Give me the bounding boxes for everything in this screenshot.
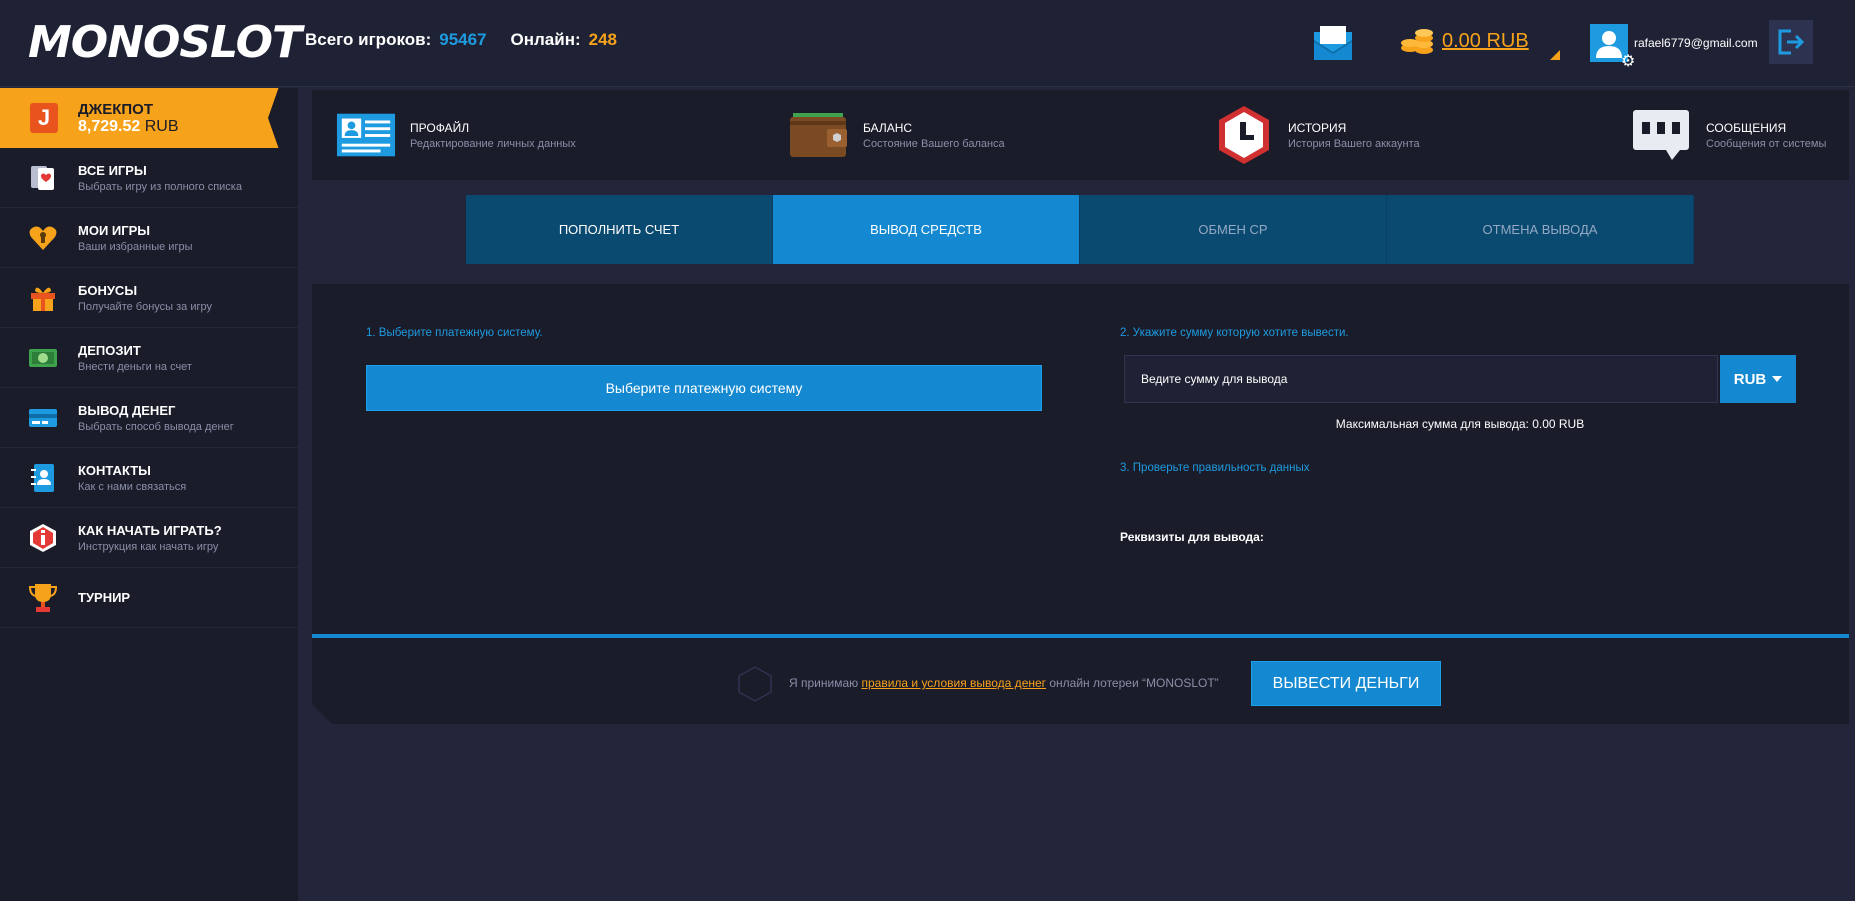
chevron-down-icon [1772, 376, 1783, 382]
jackpot-amount: 8,729.52 [78, 117, 141, 135]
total-players-label: Всего игроков: [305, 30, 432, 49]
logout-button[interactable] [1769, 20, 1813, 64]
sidebar-item-tournament[interactable]: ТУРНИР [0, 568, 298, 628]
tab-exchange-cp[interactable]: ОБМЕН СР [1080, 195, 1387, 264]
card-title: ПРОФАЙЛ [410, 120, 470, 135]
logo[interactable]: MONOSLOT [28, 17, 302, 68]
tab-withdraw[interactable]: ВЫВОД СРЕДСТВ [773, 195, 1080, 264]
card-title: СООБЩЕНИЯ [1706, 120, 1787, 135]
sidebar: J ДЖЕКПОТ 8,729.52 RUB ВСЕ ИГРЫ Выбрать и… [0, 88, 298, 901]
step2-label: 2. Укажите сумму которую хотите вывести. [1120, 327, 1349, 339]
balance-dropdown-caret[interactable] [1550, 50, 1560, 60]
step1-label: 1. Выберите платежную систему. [366, 327, 543, 339]
jackpot-title: ДЖЕКПОТ [78, 100, 154, 118]
accept-terms-text: Я принимаю правила и условия вывода дене… [789, 676, 1219, 690]
gift-icon [28, 283, 58, 313]
sidebar-item-subtitle: Инструкция как начать игру [78, 540, 219, 553]
coins-icon [1400, 28, 1436, 56]
player-stats: Всего игроков: 95467 Онлайн: 248 [305, 30, 617, 50]
info-icon [28, 523, 58, 553]
card-messages[interactable]: СООБЩЕНИЯ Сообщения от системы [1632, 90, 1826, 180]
card-history[interactable]: ИСТОРИЯ История Вашего аккаунта [1214, 90, 1420, 180]
max-withdraw-sum: Максимальная сумма для вывода: 0.00 RUB [1335, 417, 1585, 431]
sidebar-item-subtitle: Выбрать способ вывода денег [78, 420, 234, 433]
requisites-label: Реквизиты для вывода: [1120, 530, 1264, 544]
profile-card-icon [336, 110, 396, 160]
withdraw-panel: 1. Выберите платежную систему. Выберите … [312, 284, 1849, 724]
sidebar-item-deposit[interactable]: ДЕПОЗИТ Внести деньги на счет [0, 328, 298, 388]
finance-tabs: ПОПОЛНИТЬ СЧЕТ ВЫВОД СРЕДСТВ ОБМЕН СР ОТ… [466, 195, 1694, 264]
sidebar-item-subtitle: Внести деньги на счет [78, 360, 192, 373]
cards-icon [28, 163, 58, 193]
sidebar-item-contacts[interactable]: КОНТАКТЫ Как с нами связаться [0, 448, 298, 508]
sidebar-item-title: БОНУСЫ [78, 282, 138, 298]
card-subtitle: Редактирование личных данных [410, 137, 576, 150]
sidebar-item-title: ВЫВОД ДЕНЕГ [78, 402, 176, 418]
select-payment-system-button[interactable]: Выберите платежную систему [366, 365, 1042, 411]
tab-cancel-withdraw[interactable]: ОТМЕНА ВЫВОДА [1387, 195, 1694, 264]
sidebar-item-title: КАК НАЧАТЬ ИГРАТЬ? [78, 522, 222, 538]
card-balance[interactable]: БАЛАНС Состояние Вашего баланса [789, 90, 1005, 180]
card-title: ИСТОРИЯ [1288, 120, 1347, 135]
terms-link[interactable]: правила и условия вывода денег [861, 676, 1046, 690]
jackpot-icon: J [30, 103, 58, 133]
logout-icon [1778, 29, 1805, 55]
sidebar-item-subtitle: Получайте бонусы за игру [78, 300, 212, 313]
sidebar-item-subtitle: Выбрать игру из полного списка [78, 180, 242, 193]
sidebar-item-title: МОИ ИГРЫ [78, 222, 151, 238]
accept-terms-checkbox[interactable] [738, 666, 772, 702]
jackpot-currency: RUB [144, 117, 179, 135]
tab-deposit[interactable]: ПОПОЛНИТЬ СЧЕТ [466, 195, 773, 264]
currency-select[interactable]: RUB [1720, 355, 1796, 403]
sidebar-item-title: ТУРНИР [78, 590, 131, 605]
wallet-icon [789, 110, 849, 160]
online-label: Онлайн: [510, 30, 581, 49]
sidebar-item-title: КОНТАКТЫ [78, 462, 151, 478]
mail-icon[interactable] [1312, 24, 1354, 64]
clock-icon [1214, 106, 1274, 164]
gear-icon[interactable]: ⚙ [1621, 54, 1635, 70]
trophy-icon [28, 583, 58, 613]
card-subtitle: Состояние Вашего баланса [863, 137, 1005, 150]
accept-prefix: Я принимаю [789, 676, 862, 690]
header: MONOSLOT Всего игроков: 95467 Онлайн: 24… [0, 0, 1855, 87]
currency-value: RUB [1733, 370, 1767, 388]
balance-link[interactable]: 0.00 RUB [1442, 30, 1529, 53]
card-title: БАЛАНС [863, 120, 913, 135]
sidebar-item-subtitle: Как с нами связаться [78, 480, 187, 493]
jackpot-banner[interactable]: J ДЖЕКПОТ 8,729.52 RUB [0, 88, 298, 148]
contacts-icon [28, 463, 58, 493]
online-value: 248 [588, 30, 618, 49]
sidebar-item-bonuses[interactable]: БОНУСЫ Получайте бонусы за игру [0, 268, 298, 328]
sidebar-item-all-games[interactable]: ВСЕ ИГРЫ Выбрать игру из полного списка [0, 148, 298, 208]
account-cards: ПРОФАЙЛ Редактирование личных данных БАЛА… [312, 90, 1849, 180]
user-email[interactable]: rafael6779@gmail.com [1634, 36, 1758, 50]
card-profile[interactable]: ПРОФАЙЛ Редактирование личных данных [336, 90, 576, 180]
sidebar-item-my-games[interactable]: МОИ ИГРЫ Ваши избранные игры [0, 208, 298, 268]
panel-corner [312, 704, 332, 724]
card-subtitle: История Вашего аккаунта [1288, 137, 1420, 150]
sidebar-item-subtitle: Ваши избранные игры [78, 240, 193, 253]
total-players-value: 95467 [439, 30, 487, 49]
chat-icon [1632, 110, 1692, 160]
card-subtitle: Сообщения от системы [1706, 137, 1827, 150]
step3-label: 3. Проверьте правильность данных [1120, 462, 1310, 474]
withdraw-money-button[interactable]: ВЫВЕСТИ ДЕНЬГИ [1251, 661, 1441, 706]
heart-icon [28, 223, 58, 253]
sidebar-item-title: ДЕПОЗИТ [78, 342, 141, 358]
jackpot-amount-line: 8,729.52 RUB [78, 118, 179, 136]
accept-suffix: онлайн лотереи “MONOSLOT” [1046, 676, 1219, 690]
divider [312, 634, 1849, 638]
withdraw-amount-input[interactable] [1124, 355, 1718, 403]
credit-card-icon [28, 403, 58, 433]
sidebar-item-withdraw[interactable]: ВЫВОД ДЕНЕГ Выбрать способ вывода денег [0, 388, 298, 448]
money-icon [28, 343, 58, 373]
logo-text: MONOSLOT [28, 17, 302, 68]
sidebar-item-title: ВСЕ ИГРЫ [78, 162, 147, 178]
sidebar-item-how-to-start[interactable]: КАК НАЧАТЬ ИГРАТЬ? Инструкция как начать … [0, 508, 298, 568]
jackpot-notch [268, 88, 298, 148]
